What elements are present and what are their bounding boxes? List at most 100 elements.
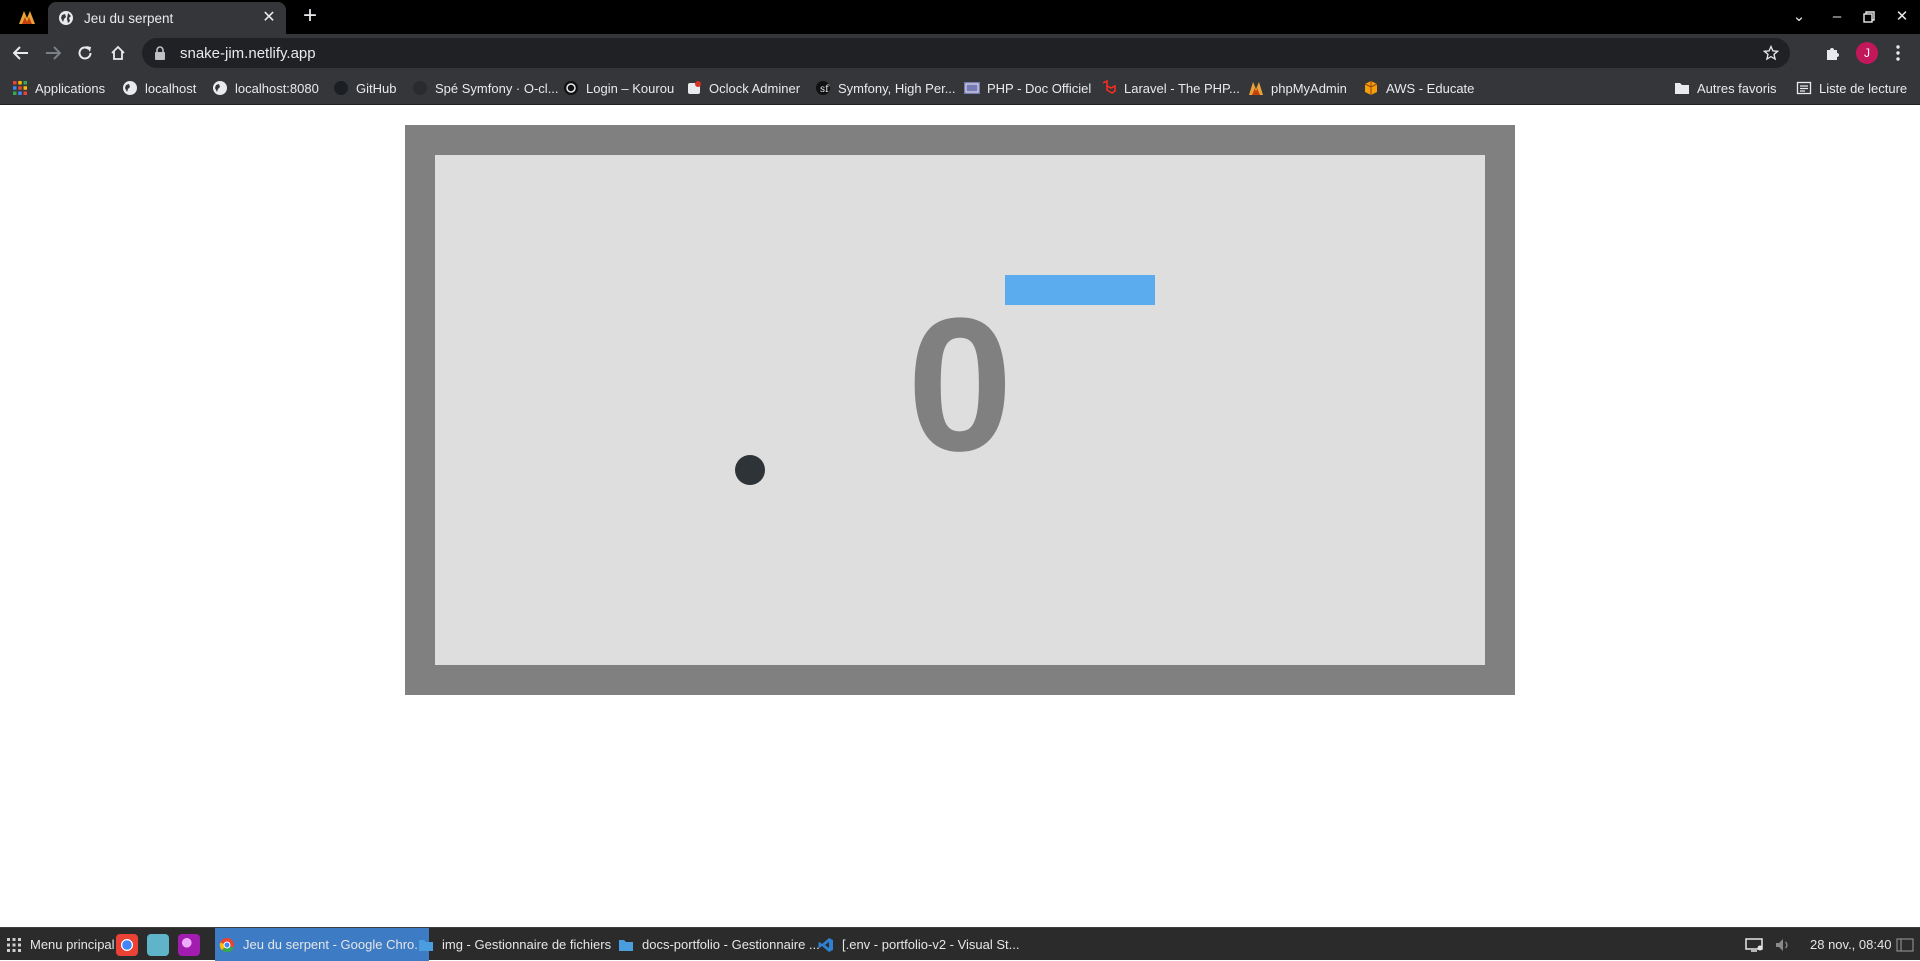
- bookmark-label: Autres favoris: [1697, 80, 1777, 96]
- puzzle-icon: [1827, 48, 1839, 60]
- taskbar-window-label: img - Gestionnaire de fichiers: [442, 937, 612, 952]
- bookmark-label: Laravel - The PHP...: [1124, 80, 1240, 96]
- taskbar-window-chrome[interactable]: Jeu du serpent - Google Chro...: [215, 928, 430, 961]
- bookmark-applications[interactable]: Applications: [12, 78, 105, 98]
- bookmark-label: Oclock Adminer: [709, 80, 801, 96]
- svg-text:sf: sf: [820, 84, 830, 95]
- volume-icon[interactable]: [1775, 928, 1791, 961]
- adminer-icon: [688, 81, 701, 94]
- taskbar-window-vscode[interactable]: [.env - portfolio-v2 - Visual St...: [818, 928, 1020, 961]
- bookmark-label: Symfony, High Per...: [838, 80, 956, 96]
- taskbar-window-label: Jeu du serpent - Google Chro...: [243, 937, 426, 952]
- reading-list-icon: [1796, 81, 1812, 95]
- phpmyadmin-icon: [1249, 82, 1263, 95]
- taskbar-window-label: [.env - portfolio-v2 - Visual St...: [842, 937, 1020, 952]
- taskbar-window-label: docs-portfolio - Gestionnaire ...: [642, 937, 820, 952]
- browser-toolbar: snake-jim.netlify.app J: [0, 34, 1920, 72]
- bookmarks-bar: Applications localhost localhost:8080 Gi…: [0, 72, 1920, 105]
- bookmark-localhost-8080[interactable]: localhost:8080: [212, 78, 319, 98]
- extensions-button[interactable]: [1820, 40, 1846, 66]
- clock[interactable]: 28 nov., 08:40: [1810, 928, 1891, 961]
- address-bar[interactable]: snake-jim.netlify.app: [142, 38, 1790, 68]
- app-launcher-icon[interactable]: [178, 934, 200, 956]
- bookmark-label: localhost: [145, 80, 197, 96]
- apps-grid-icon: [7, 937, 21, 952]
- bookmark-label: phpMyAdmin: [1271, 80, 1347, 96]
- bookmark-laravel[interactable]: Laravel - The PHP...: [1101, 78, 1240, 98]
- minimize-button[interactable]: –: [1824, 4, 1850, 30]
- arrow-left-icon: [13, 46, 28, 60]
- taskbar-window-img-files[interactable]: img - Gestionnaire de fichiers: [418, 928, 611, 961]
- tab-search-icon[interactable]: ⌄: [1786, 4, 1812, 30]
- file-manager-launcher-icon[interactable]: [147, 934, 169, 956]
- php-icon: [964, 82, 980, 94]
- lock-icon: [155, 46, 165, 60]
- home-icon: [111, 45, 125, 60]
- main-menu-label: Menu principal: [30, 937, 115, 952]
- bookmark-php-doc[interactable]: PHP - Doc Officiel: [964, 78, 1091, 98]
- network-icon[interactable]: [1745, 928, 1763, 961]
- globe-icon: [213, 81, 227, 95]
- arrow-right-icon: [46, 46, 61, 60]
- laravel-icon: [1102, 80, 1116, 94]
- folder-icon: [419, 939, 433, 951]
- globe-icon: [59, 11, 73, 25]
- reload-button[interactable]: [72, 40, 98, 66]
- bookmark-label: PHP - Doc Officiel: [987, 80, 1092, 96]
- oclock-icon: [413, 81, 427, 95]
- aws-icon: [1364, 81, 1378, 95]
- kebab-menu-icon: [1896, 45, 1900, 61]
- tab-jeu-du-serpent[interactable]: Jeu du serpent ✕: [48, 2, 286, 34]
- vscode-icon: [818, 937, 833, 952]
- main-menu-button[interactable]: Menu principal: [6, 928, 115, 961]
- close-window-button[interactable]: ✕: [1889, 4, 1915, 30]
- bookmark-github[interactable]: GitHub: [333, 78, 396, 98]
- browser-tab-strip: Jeu du serpent ✕ + ⌄ – ✕: [0, 0, 1920, 34]
- game-board: 0: [405, 125, 1515, 695]
- chrome-launcher-icon[interactable]: [116, 934, 138, 956]
- bookmark-oclock-adminer[interactable]: Oclock Adminer: [686, 78, 800, 98]
- symfony-icon: sf: [816, 81, 830, 95]
- profile-avatar[interactable]: J: [1856, 42, 1878, 64]
- url-text: snake-jim.netlify.app: [180, 44, 316, 62]
- back-button[interactable]: [8, 40, 34, 66]
- bookmark-label: GitHub: [356, 80, 397, 96]
- browser-menu-button[interactable]: [1885, 40, 1911, 66]
- bookmark-aws-educate[interactable]: AWS - Educate: [1363, 78, 1474, 98]
- taskbar-window-docs-portfolio[interactable]: docs-portfolio - Gestionnaire ...: [618, 928, 820, 961]
- chrome-icon: [219, 937, 234, 952]
- apps-grid-icon: [13, 81, 27, 95]
- game-field[interactable]: 0: [435, 155, 1485, 665]
- home-button[interactable]: [105, 40, 131, 66]
- bookmark-label: Login – Kourou: [586, 80, 675, 96]
- bookmark-login-kourou[interactable]: Login – Kourou: [563, 78, 674, 98]
- forward-button[interactable]: [40, 40, 66, 66]
- app-logo-icon: [19, 11, 35, 24]
- bookmark-spe-symfony[interactable]: Spé Symfony · O-cl...: [412, 78, 559, 98]
- kourou-icon: [564, 81, 578, 95]
- bookmark-symfony[interactable]: sf Symfony, High Per...: [815, 78, 956, 98]
- bookmark-label: localhost:8080: [235, 80, 319, 96]
- food: [735, 455, 765, 485]
- bookmark-label: Applications: [35, 80, 106, 96]
- close-tab-icon[interactable]: ✕: [260, 9, 278, 27]
- tab-title: Jeu du serpent: [84, 10, 174, 26]
- folder-icon: [619, 939, 633, 951]
- folder-icon: [1675, 83, 1689, 94]
- reload-icon: [78, 46, 92, 60]
- bookmark-localhost[interactable]: localhost: [122, 78, 196, 98]
- bookmark-other-favorites[interactable]: Autres favoris: [1674, 78, 1776, 98]
- os-taskbar: Menu principal Jeu du serpent - Google C…: [0, 927, 1920, 961]
- score-display: 0: [907, 279, 1013, 491]
- new-tab-button[interactable]: +: [298, 4, 322, 29]
- reading-list[interactable]: Liste de lecture: [1796, 78, 1907, 98]
- snake: [1005, 275, 1155, 305]
- bookmark-label: Spé Symfony · O-cl...: [435, 80, 559, 96]
- show-desktop-icon[interactable]: [1896, 928, 1914, 961]
- bookmark-phpmyadmin[interactable]: phpMyAdmin: [1248, 78, 1347, 98]
- globe-icon: [123, 81, 137, 95]
- bookmark-label: AWS - Educate: [1386, 80, 1475, 96]
- bookmark-label: Liste de lecture: [1819, 80, 1908, 96]
- restore-button[interactable]: [1856, 4, 1882, 30]
- bookmark-star-icon[interactable]: [1760, 42, 1782, 64]
